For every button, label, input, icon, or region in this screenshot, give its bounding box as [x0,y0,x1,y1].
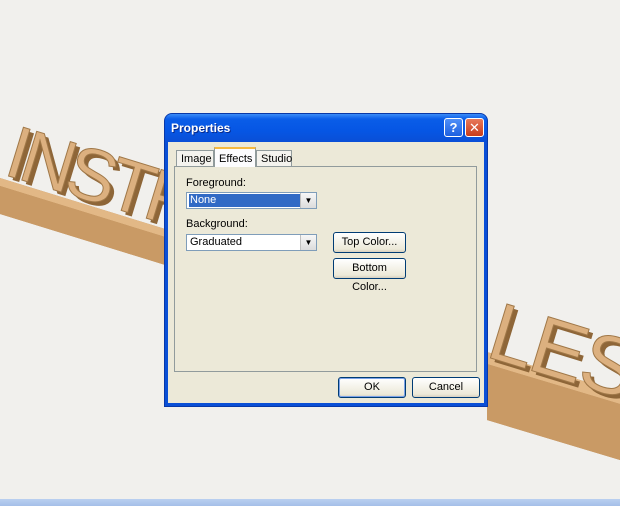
help-button[interactable]: ? [444,118,463,137]
tab-image[interactable]: Image [176,150,214,167]
taskbar-strip [0,499,620,506]
dialog-title: Properties [171,121,231,135]
background-label: Background: [186,218,248,230]
dialog-body: Image Effects Studio Foreground: None ▼ … [168,142,484,403]
title-bar[interactable]: Properties ? ✕ [165,114,487,142]
tab-effects[interactable]: Effects [214,147,256,167]
foreground-select[interactable]: None ▼ [186,192,317,209]
top-color-button[interactable]: Top Color... [333,232,406,253]
background-select[interactable]: Graduated ▼ [186,234,317,251]
effects-tab-panel: Foreground: None ▼ Background: Graduated… [174,166,477,372]
help-icon: ? [449,120,458,135]
chevron-down-icon[interactable]: ▼ [300,235,316,250]
ok-button[interactable]: OK [338,377,406,398]
chevron-down-icon[interactable]: ▼ [300,193,316,208]
properties-dialog: Properties ? ✕ Image Effects Studio Fore… [165,114,487,406]
tab-studio[interactable]: Studio [256,150,292,167]
close-button[interactable]: ✕ [465,118,484,137]
foreground-selected-value: None [189,194,300,207]
foreground-label: Foreground: [186,177,246,189]
background-selected-value: Graduated [190,236,242,248]
bottom-color-button[interactable]: Bottom Color... [333,258,406,293]
close-icon: ✕ [469,120,480,135]
cancel-button[interactable]: Cancel [412,377,480,398]
